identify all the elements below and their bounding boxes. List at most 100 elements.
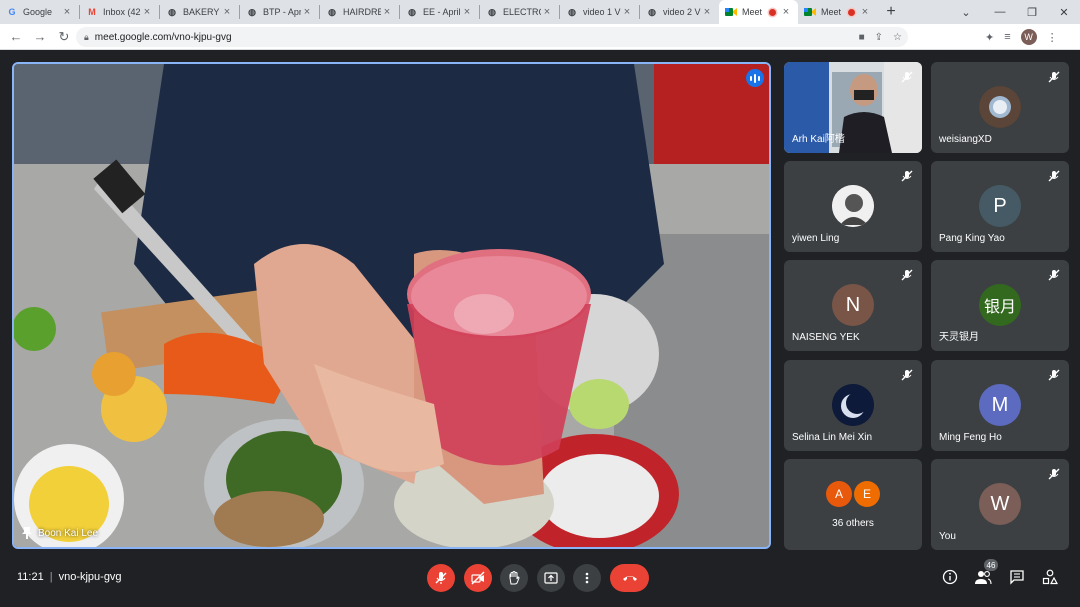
browser-tab[interactable]: ◍ video 1 V × [560,0,639,24]
close-icon[interactable]: × [61,6,73,18]
mic-muted-icon [1048,269,1060,281]
meeting-code: vno-kjpu-gvg [58,571,122,583]
globe-icon: ◍ [488,6,496,17]
participant-name: yiwen Ling [792,233,840,244]
browser-tab[interactable]: ◍ BTP - Apr × [240,0,319,24]
participant-tile[interactable]: 银月 天灵银月 [931,260,1069,351]
globe-icon: ◍ [408,6,416,17]
raise-hand-button[interactable] [500,564,528,592]
others-count-label: 36 others [832,518,874,529]
close-icon[interactable]: × [141,6,153,18]
participant-avatar: P [979,185,1021,227]
pin-icon[interactable] [22,527,32,539]
media-control-icon[interactable]: ≡ [1004,31,1010,43]
participant-avatar [832,185,874,227]
browser-tab-strip: G Google × M Inbox (42 × ◍ BAKERY 2 × ◍ … [0,0,1080,24]
mic-muted-icon [1048,468,1060,480]
participant-name: weisiangXD [939,134,992,145]
tab-title: ELECTRO [503,7,541,17]
browser-tab[interactable]: G Google × [0,0,79,24]
mic-muted-icon [901,369,913,381]
browser-tab[interactable]: Meet × [798,0,877,24]
browser-tab[interactable]: ◍ ELECTRO × [480,0,559,24]
extensions-icon[interactable]: ✦ [985,31,994,44]
share-icon[interactable]: ⇪ [875,32,883,43]
maximize-button[interactable]: ❐ [1016,0,1048,24]
mic-muted-icon [1048,170,1060,182]
participant-tile[interactable]: P Pang King Yao [931,161,1069,252]
browser-tab[interactable]: ◍ video 2 V × [640,0,719,24]
tab-search-button[interactable]: ⌄ [950,0,982,24]
back-icon[interactable]: ← [4,25,28,49]
minimize-button[interactable]: — [984,0,1016,24]
participant-tile[interactable]: yiwen Ling [784,161,922,252]
browser-tab[interactable]: ◍ BAKERY 2 × [160,0,239,24]
close-icon[interactable]: × [859,6,871,18]
close-icon[interactable]: × [701,6,713,18]
browser-tab[interactable]: ◍ HAIRDRE × [320,0,399,24]
omnibox[interactable]: 🔒︎ meet.google.com/vno-kjpu-gvg ■ ⇪ ☆ [76,27,908,47]
close-icon[interactable]: × [381,6,393,18]
new-tab-button[interactable]: + [877,0,905,24]
close-icon[interactable]: × [301,6,313,18]
browser-tab[interactable]: ◍ EE - April × [400,0,479,24]
others-tile[interactable]: A E 36 others [784,459,922,550]
participant-avatar: W [979,483,1021,525]
tab-title: HAIRDRE [343,7,381,17]
close-icon[interactable]: × [221,6,233,18]
globe-icon: ◍ [568,6,576,17]
meeting-time: 11:21 [17,571,44,583]
participant-tile[interactable]: weisiangXD [931,62,1069,153]
menu-kebab-icon[interactable]: ⋮ [1047,31,1058,44]
chat-button[interactable] [1006,566,1028,588]
close-window-button[interactable]: ✕ [1048,0,1080,24]
speaker-video [14,64,769,547]
participant-count-badge: 46 [984,559,998,571]
others-avatar: A [826,481,852,507]
tab-title: EE - April [423,7,461,17]
close-icon[interactable]: × [461,6,473,18]
globe-icon: ◍ [248,6,256,17]
others-avatar: E [854,481,880,507]
camera-in-use-icon[interactable]: ■ [859,32,865,43]
participant-tile[interactable]: Selina Lin Mei Xin [784,360,922,451]
participant-tile[interactable]: Arh Kai阿楷 [784,62,922,153]
lock-icon[interactable]: 🔒︎ [84,32,89,43]
close-icon[interactable]: × [621,6,633,18]
participant-tile[interactable]: M Ming Feng Ho [931,360,1069,451]
people-icon [975,571,992,585]
browser-tab-active[interactable]: Meet × [719,0,798,24]
mic-muted-icon [1048,71,1060,83]
bookmark-star-icon[interactable]: ☆ [893,32,902,43]
leave-call-button[interactable] [610,564,649,592]
participant-tile[interactable]: N NAISENG YEK [784,260,922,351]
address-bar-row: ← → ↻ 🔒︎ meet.google.com/vno-kjpu-gvg ■ … [0,24,1080,50]
meet-icon [804,6,816,18]
recording-icon [848,8,855,16]
tab-title: BAKERY 2 [183,7,221,17]
forward-icon[interactable]: → [28,25,52,49]
main-speaker-tile[interactable]: Boon Kai Lee [12,62,771,549]
chat-icon [1010,570,1024,585]
main-speaker-name: Boon Kai Lee [38,527,99,539]
more-options-button[interactable] [573,564,601,592]
participant-name: Ming Feng Ho [939,432,1002,443]
mic-toggle-button[interactable] [427,564,455,592]
speaking-indicator-icon [746,69,764,87]
close-icon[interactable]: × [541,6,553,18]
close-icon[interactable]: × [780,6,792,18]
self-tile[interactable]: W You [931,459,1069,550]
browser-tab[interactable]: M Inbox (42 × [80,0,159,24]
mic-muted-icon [901,71,913,83]
profile-avatar[interactable]: W [1020,29,1037,45]
activities-button[interactable] [1039,566,1061,588]
camera-toggle-button[interactable] [464,564,492,592]
reload-icon[interactable]: ↻ [52,25,76,49]
gmail-icon: M [88,7,96,17]
tab-title: Google [23,7,53,17]
mic-muted-icon [901,170,913,182]
globe-icon: ◍ [328,6,336,17]
present-screen-button[interactable] [537,564,565,592]
mic-off-icon [435,572,447,584]
meeting-info-button[interactable] [939,566,961,588]
